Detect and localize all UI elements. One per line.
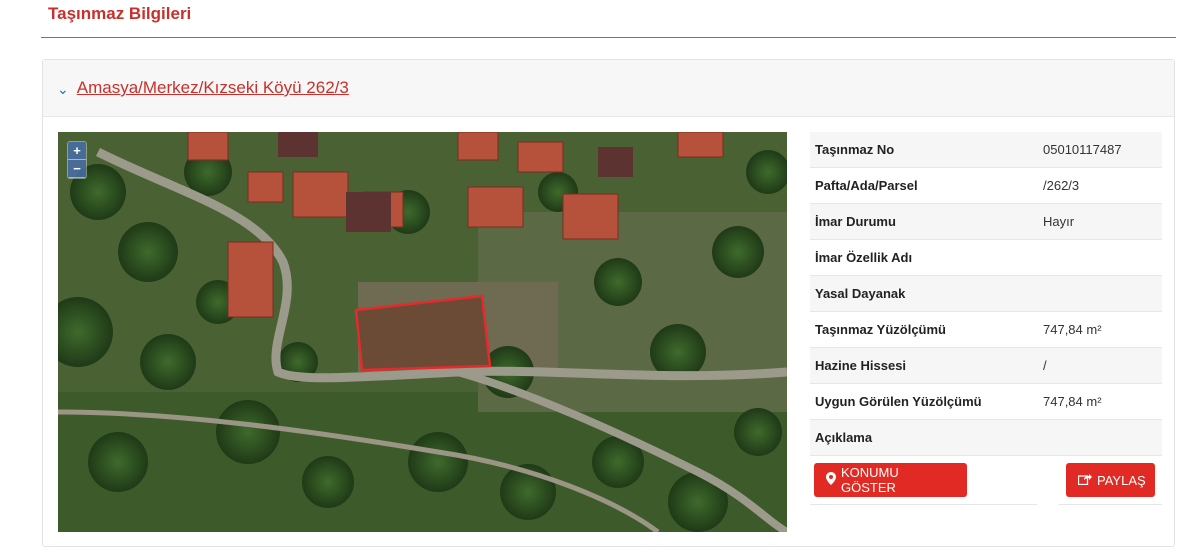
detail-row: Açıklama — [810, 420, 1162, 456]
detail-label: İmar Durumu — [815, 214, 896, 229]
map-imagery[interactable] — [58, 132, 787, 532]
detail-value: 05010117487 — [1043, 142, 1122, 157]
chevron-down-icon[interactable]: ⌄ — [57, 81, 69, 98]
detail-row: Pafta/Ada/Parsel/262/3 — [810, 168, 1162, 204]
zoom-in-button[interactable]: + — [68, 142, 86, 160]
detail-label: Uygun Görülen Yüzölçümü — [815, 394, 982, 409]
map-marker-icon — [826, 472, 836, 488]
parcel-path-link[interactable]: Amasya/Merkez/Kızseki Köyü 262/3 — [77, 78, 349, 98]
page-title: Taşınmaz Bilgileri — [48, 4, 192, 23]
share-icon — [1077, 473, 1092, 488]
action-divider-right — [1059, 504, 1162, 505]
detail-row: İmar Özellik Adı — [810, 240, 1162, 276]
action-divider-left — [810, 504, 1037, 505]
detail-value: 747,84 m² — [1043, 322, 1102, 337]
detail-row: İmar Durumu Hayır — [810, 204, 1162, 240]
detail-row: Yasal Dayanak — [810, 276, 1162, 312]
detail-label: Taşınmaz No — [815, 142, 895, 157]
detail-label: Taşınmaz Yüzölçümü — [815, 322, 946, 337]
detail-value: /262/3 — [1043, 178, 1080, 193]
detail-label: Yasal Dayanak — [815, 286, 906, 301]
detail-row: Taşınmaz Yüzölçümü 747,84 m² — [810, 312, 1162, 348]
show-location-label: KONUMU GÖSTER — [841, 465, 899, 495]
detail-value: Hayır — [1043, 214, 1075, 229]
detail-label: İmar Özellik Adı — [815, 250, 913, 265]
zoom-out-button[interactable]: − — [68, 160, 86, 178]
title-divider — [41, 37, 1176, 38]
detail-row: Hazine Hissesi / — [810, 348, 1162, 384]
detail-value: / — [1043, 358, 1047, 373]
parcel-panel-header[interactable]: ⌄ Amasya/Merkez/Kızseki Köyü 262/3 — [43, 60, 1174, 117]
map-zoom-control: + − — [68, 142, 86, 178]
detail-label: Açıklama — [815, 430, 873, 445]
share-label: PAYLAŞ — [1097, 472, 1146, 488]
detail-row: Uygun Görülen Yüzölçümü 747,84 m² — [810, 384, 1162, 420]
detail-label: Pafta/Ada/Parsel — [815, 178, 918, 193]
satellite-map[interactable]: + − — [58, 132, 787, 532]
parcel-panel: ⌄ Amasya/Merkez/Kızseki Köyü 262/3 + − T… — [42, 59, 1175, 547]
detail-row: Taşınmaz No 05010117487 — [810, 132, 1162, 168]
detail-label: Hazine Hissesi — [815, 358, 907, 373]
parcel-details-table: Taşınmaz No 05010117487 Pafta/Ada/Parsel/2… — [810, 132, 1162, 506]
action-bar: KONUMU GÖSTER PAYLAŞ — [810, 456, 1162, 506]
show-location-button[interactable]: KONUMU GÖSTER — [814, 463, 967, 497]
detail-value: 747,84 m² — [1043, 394, 1102, 409]
share-button[interactable]: PAYLAŞ — [1066, 463, 1155, 497]
